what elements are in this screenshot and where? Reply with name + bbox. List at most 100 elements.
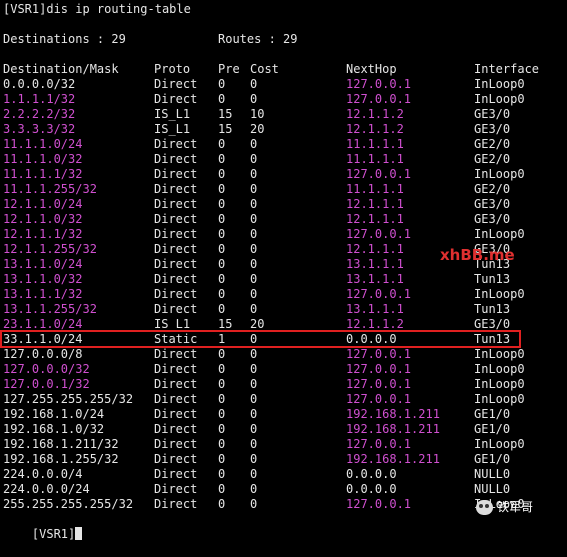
cell-destination: 13.1.1.0/32	[3, 272, 83, 286]
cell-destination: 192.168.1.0/32	[3, 422, 105, 436]
cell-nexthop: 192.168.1.211	[346, 407, 440, 421]
cell-interface: GE3/0	[474, 212, 511, 226]
cell-pre: 0	[218, 152, 226, 166]
cell-nexthop: 11.1.1.1	[346, 152, 404, 166]
cell-destination: 192.168.1.211/32	[3, 437, 119, 451]
cell-destination: 127.255.255.255/32	[3, 392, 134, 406]
cell-pre: 0	[218, 377, 226, 391]
highlight-box	[0, 330, 521, 348]
cell-interface: GE3/0	[474, 197, 511, 211]
header-proto: Proto	[154, 62, 191, 76]
cell-interface: InLoop0	[474, 92, 525, 106]
cell-nexthop: 127.0.0.1	[346, 77, 412, 91]
table-row: 2.2.2.2/32 IS_L1 15 10 12.1.1.2 GE3/0	[3, 107, 565, 122]
cell-destination: 0.0.0.0/32	[3, 77, 76, 91]
cell-proto: Direct	[154, 92, 198, 106]
cell-destination: 3.3.3.3/32	[3, 122, 76, 136]
cell-destination: 12.1.1.255/32	[3, 242, 97, 256]
cell-pre: 0	[218, 302, 226, 316]
cell-pre: 0	[218, 272, 226, 286]
table-row: 13.1.1.255/32 Direct 0 0 13.1.1.1 Tun13	[3, 302, 565, 317]
cell-interface: Tun13	[474, 302, 511, 316]
watermark: xhBB.me	[440, 246, 515, 264]
cell-interface: NULL0	[474, 482, 511, 496]
cell-cost: 0	[250, 467, 258, 481]
cell-cost: 10	[250, 107, 265, 121]
cell-pre: 0	[218, 257, 226, 271]
cell-interface: GE2/0	[474, 137, 511, 151]
cell-destination: 255.255.255.255/32	[3, 497, 134, 511]
cell-proto: Direct	[154, 452, 198, 466]
table-row: 11.1.1.1/32 Direct 0 0 127.0.0.1 InLoop0	[3, 167, 565, 182]
cell-nexthop: 11.1.1.1	[346, 137, 404, 151]
cell-destination: 224.0.0.0/24	[3, 482, 90, 496]
cell-pre: 0	[218, 92, 226, 106]
cell-destination: 224.0.0.0/4	[3, 467, 83, 481]
cell-proto: Direct	[154, 422, 198, 436]
cell-proto: Direct	[154, 407, 198, 421]
table-row: 127.255.255.255/32 Direct 0 0 127.0.0.1 InLoo…	[3, 392, 565, 407]
cell-nexthop: 13.1.1.1	[346, 302, 404, 316]
destinations-count: Destinations : 29	[3, 32, 126, 46]
cell-cost: 0	[250, 77, 258, 91]
cell-cost: 0	[250, 407, 258, 421]
cell-pre: 0	[218, 227, 226, 241]
table-row: 12.1.1.0/24 Direct 0 0 12.1.1.1 GE3/0	[3, 197, 565, 212]
cell-nexthop: 13.1.1.1	[346, 257, 404, 271]
table-row: 13.1.1.1/32 Direct 0 0 127.0.0.1 InLoop0	[3, 287, 565, 302]
cell-pre: 0	[218, 437, 226, 451]
table-header: Destination/Mask Proto Pre Cost NextHop …	[3, 62, 565, 77]
table-row: 13.1.1.0/32 Direct 0 0 13.1.1.1 Tun13	[3, 272, 565, 287]
cell-pre: 0	[218, 497, 226, 511]
cell-nexthop: 12.1.1.2	[346, 122, 404, 136]
cell-cost: 0	[250, 197, 258, 211]
logo-text: 铁军哥	[497, 499, 534, 514]
cell-nexthop: 127.0.0.1	[346, 167, 412, 181]
cell-pre: 0	[218, 77, 226, 91]
cell-cost: 20	[250, 122, 265, 136]
cell-interface: InLoop0	[474, 287, 525, 301]
cell-interface: InLoop0	[474, 167, 525, 181]
cell-destination: 12.1.1.1/32	[3, 227, 83, 241]
terminal-window[interactable]: [VSR1]dis ip routing-table Destinations …	[3, 2, 565, 541]
cell-proto: Direct	[154, 287, 198, 301]
cell-interface: InLoop0	[474, 77, 525, 91]
command-line: [VSR1]dis ip routing-table	[3, 2, 191, 16]
table-row: 192.168.1.255/32 Direct 0 0 192.168.1.211 GE1…	[3, 452, 565, 467]
cell-nexthop: 192.168.1.211	[346, 452, 440, 466]
cell-destination: 192.168.1.0/24	[3, 407, 105, 421]
cell-interface: InLoop0	[474, 392, 525, 406]
table-row: 127.0.0.1/32 Direct 0 0 127.0.0.1 InLoop0	[3, 377, 565, 392]
table-row: 127.0.0.0/32 Direct 0 0 127.0.0.1 InLoop0	[3, 362, 565, 377]
cell-pre: 0	[218, 422, 226, 436]
cell-interface: GE3/0	[474, 122, 511, 136]
cell-pre: 15	[218, 107, 233, 121]
cell-nexthop: 13.1.1.1	[346, 272, 404, 286]
cell-cost: 0	[250, 242, 258, 256]
cell-cost: 0	[250, 92, 258, 106]
channel-logo: 铁军哥	[476, 497, 533, 517]
cell-proto: Direct	[154, 347, 198, 361]
cell-interface: GE1/0	[474, 452, 511, 466]
cell-interface: GE2/0	[474, 182, 511, 196]
cell-destination: 2.2.2.2/32	[3, 107, 76, 121]
cell-cost: 0	[250, 482, 258, 496]
cell-cost: 0	[250, 422, 258, 436]
summary-line: Destinations : 29 Routes : 29	[3, 32, 565, 47]
cell-proto: Direct	[154, 212, 198, 226]
cell-cost: 0	[250, 212, 258, 226]
table-row: 224.0.0.0/24 Direct 0 0 0.0.0.0 NULL0	[3, 482, 565, 497]
cell-nexthop: 12.1.1.2	[346, 107, 404, 121]
cell-nexthop: 0.0.0.0	[346, 467, 397, 481]
cell-cost: 0	[250, 392, 258, 406]
cell-cost: 0	[250, 167, 258, 181]
cell-cost: 0	[250, 377, 258, 391]
cell-proto: Direct	[154, 227, 198, 241]
cell-cost: 0	[250, 452, 258, 466]
cell-proto: Direct	[154, 467, 198, 481]
cell-destination: 12.1.1.0/24	[3, 197, 83, 211]
cell-cost: 0	[250, 362, 258, 376]
cell-proto: IS_L1	[154, 107, 191, 121]
table-row: 192.168.1.211/32 Direct 0 0 127.0.0.1 InLoop0	[3, 437, 565, 452]
